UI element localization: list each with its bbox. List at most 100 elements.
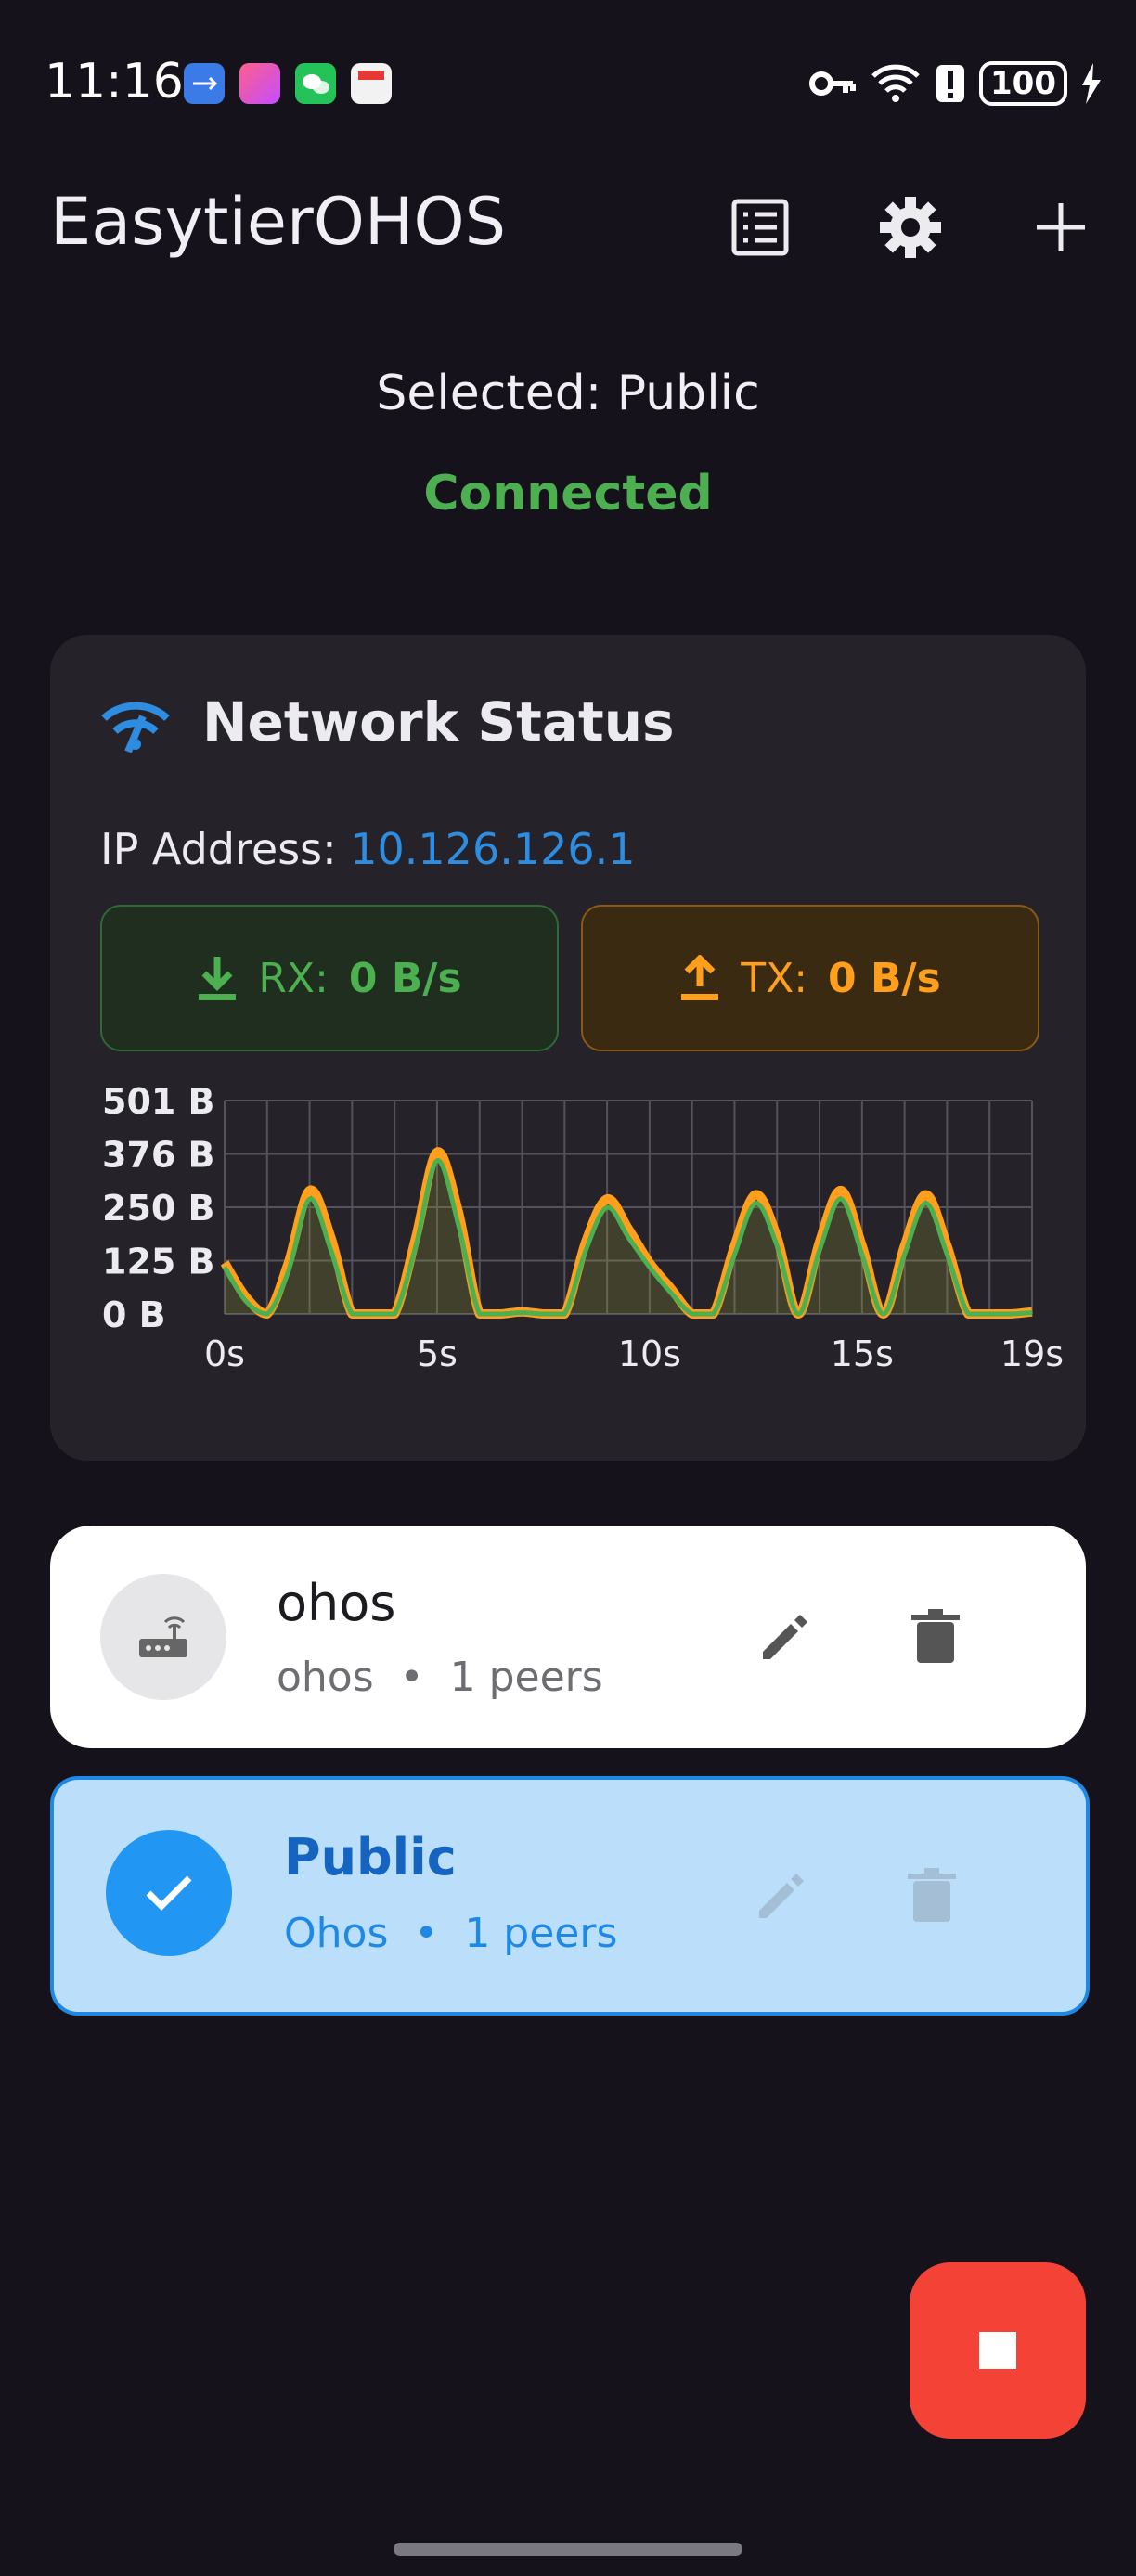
data-point [288, 1271, 289, 1272]
data-point [607, 1207, 608, 1208]
data-point [309, 1190, 310, 1191]
x-tick-label: 0s [204, 1333, 245, 1373]
data-point [861, 1254, 862, 1255]
data-point [225, 1267, 226, 1268]
data-point [904, 1254, 905, 1255]
check-icon [146, 1875, 192, 1911]
avatar [106, 1830, 232, 1956]
data-point [245, 1301, 246, 1302]
plus-icon [1037, 203, 1085, 251]
data-point [416, 1245, 417, 1246]
profile-subname: Ohos [284, 1910, 389, 1957]
trash-icon [911, 1609, 960, 1663]
ip-value: 10.126.126.1 [350, 824, 636, 874]
data-point [479, 1314, 480, 1315]
profile-separator: • [401, 1910, 452, 1957]
charging-icon [1082, 63, 1101, 104]
data-point [1032, 1312, 1033, 1313]
notes-icon [351, 63, 392, 104]
status-right-icons: 100 [808, 58, 1103, 109]
rx-value: 0 B/s [348, 954, 462, 1002]
profile-name: ohos [277, 1574, 396, 1632]
profile-row-public[interactable]: Public Ohos • 1 peers [50, 1776, 1090, 2016]
data-point [522, 1312, 523, 1313]
download-icon [199, 957, 237, 1000]
add-button[interactable] [1019, 186, 1103, 269]
ip-address-row: IP Address: 10.126.126.1 [100, 824, 636, 874]
data-point [734, 1245, 735, 1246]
router-icon [139, 1616, 187, 1657]
data-point [500, 1314, 501, 1315]
app-icon [239, 63, 280, 104]
stop-icon [979, 2332, 1016, 2369]
ip-label: IP Address: [100, 824, 337, 874]
data-point [670, 1293, 671, 1294]
data-point [840, 1190, 841, 1191]
traffic-chart: 0 B 125 B 250 B 376 B 501 B 0s 5s 10s 15s 19s [102, 1081, 1064, 1373]
tx-rate-box: TX: 0 B/s [581, 905, 1039, 1051]
gear-icon [880, 197, 941, 258]
delete-button[interactable] [894, 1595, 977, 1679]
trash-icon [908, 1868, 956, 1922]
data-point [436, 1160, 437, 1161]
tx-label: TX: [741, 954, 808, 1002]
connection-status: Connected [423, 466, 713, 522]
data-point [394, 1314, 395, 1315]
wifi-icon [871, 64, 920, 102]
avatar [100, 1574, 226, 1700]
x-tick-label: 19s [1000, 1333, 1064, 1373]
profile-row-ohos[interactable]: ohos ohos • 1 peers [50, 1526, 1086, 1748]
list-icon [731, 199, 789, 256]
settings-button[interactable] [869, 186, 952, 269]
data-point [755, 1194, 756, 1195]
battery-icon: 100 [979, 61, 1067, 106]
data-point [330, 1250, 331, 1251]
profile-subtitle: Ohos • 1 peers [284, 1910, 617, 1957]
data-point [586, 1250, 587, 1251]
data-point [734, 1254, 735, 1255]
data-point [564, 1314, 565, 1315]
edit-button[interactable] [740, 1854, 823, 1938]
data-point [777, 1237, 778, 1238]
data-point [777, 1245, 778, 1246]
data-point [330, 1237, 331, 1238]
data-point [798, 1314, 799, 1315]
profile-peers: 1 peers [464, 1910, 618, 1957]
data-point [543, 1314, 544, 1315]
data-point [628, 1229, 629, 1230]
rx-rate-box: RX: 0 B/s [100, 905, 559, 1051]
data-point [755, 1203, 756, 1204]
x-tick-label: 10s [618, 1333, 681, 1373]
edit-button[interactable] [743, 1595, 827, 1679]
data-point [691, 1314, 692, 1315]
data-point [947, 1254, 948, 1255]
y-tick-label: 125 B [102, 1242, 215, 1282]
app-title: EasytierOHOS [50, 184, 507, 260]
list-button[interactable] [718, 186, 802, 269]
key-icon [809, 71, 857, 96]
delete-button[interactable] [890, 1854, 974, 1938]
network-status-title: Network Status [202, 690, 675, 753]
data-point [649, 1267, 650, 1268]
data-point [266, 1314, 267, 1315]
data-point [436, 1152, 437, 1153]
stop-button[interactable] [910, 2262, 1086, 2439]
status-time: 11:16 [45, 54, 184, 109]
profile-separator: • [386, 1654, 437, 1701]
data-point [947, 1245, 948, 1246]
selected-network-label: Selected: Public [376, 366, 760, 421]
profile-peers: 1 peers [449, 1654, 603, 1701]
rx-label: RX: [258, 954, 329, 1002]
home-indicator[interactable] [394, 2543, 742, 2556]
profile-subname: ohos [277, 1654, 374, 1701]
data-point [840, 1199, 841, 1200]
x-tick-label: 15s [831, 1333, 894, 1373]
data-point [309, 1199, 310, 1200]
wechat-icon [295, 63, 336, 104]
y-tick-label: 250 B [102, 1188, 215, 1229]
alert-icon [936, 65, 965, 102]
pencil-icon [763, 1615, 807, 1659]
network-icon [101, 702, 170, 753]
data-point [628, 1237, 629, 1238]
y-tick-label: 501 B [102, 1081, 215, 1122]
